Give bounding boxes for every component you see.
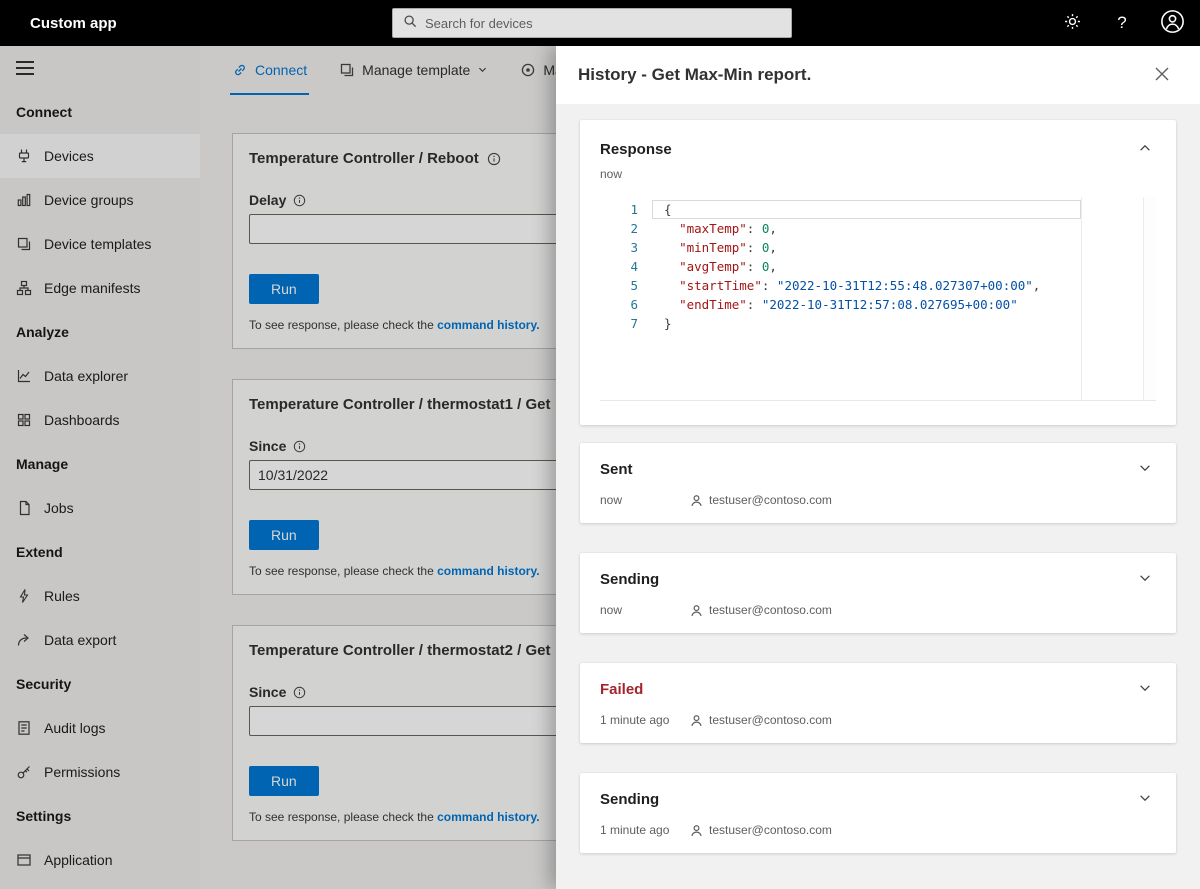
settings-button[interactable] bbox=[1054, 5, 1090, 41]
chevron-down-icon bbox=[1138, 791, 1152, 808]
gear-icon bbox=[1063, 12, 1082, 34]
response-card: Response now 1{2 "maxTemp": 0, 3 "minTemp… bbox=[580, 120, 1176, 425]
person-icon bbox=[690, 494, 703, 507]
top-bar: Custom app ? bbox=[0, 0, 1200, 46]
avatar-icon bbox=[1160, 9, 1185, 37]
expand-button[interactable] bbox=[1134, 458, 1156, 480]
search-box[interactable] bbox=[392, 8, 792, 38]
collapse-button[interactable] bbox=[1134, 138, 1156, 160]
search-icon bbox=[403, 14, 417, 33]
help-button[interactable]: ? bbox=[1104, 5, 1140, 41]
entry-title: Sent bbox=[600, 460, 633, 478]
history-entry: Failed 1 minute ago testuser@contoso.com bbox=[580, 663, 1176, 743]
entry-time: now bbox=[600, 493, 623, 507]
entry-user: testuser@contoso.com bbox=[709, 823, 832, 837]
entry-user: testuser@contoso.com bbox=[709, 493, 832, 507]
close-icon bbox=[1155, 67, 1169, 84]
code-lines: 1{2 "maxTemp": 0, 3 "minTemp": 0, 4 "avgTe… bbox=[600, 197, 1081, 400]
modal-overlay[interactable] bbox=[0, 46, 556, 889]
person-icon bbox=[690, 714, 703, 727]
chevron-down-icon bbox=[1138, 571, 1152, 588]
app-title: Custom app bbox=[30, 14, 117, 32]
minimap-content bbox=[1085, 203, 1140, 223]
entry-time: now bbox=[600, 603, 623, 617]
panel-title: History - Get Max-Min report. bbox=[578, 65, 812, 84]
code-editor[interactable]: 1{2 "maxTemp": 0, 3 "minTemp": 0, 4 "avgTe… bbox=[600, 197, 1156, 401]
entry-time: 1 minute ago bbox=[600, 823, 670, 837]
history-entry: Sent now testuser@contoso.com bbox=[580, 443, 1176, 523]
panel-body: Response now 1{2 "maxTemp": 0, 3 "minTemp… bbox=[556, 104, 1200, 889]
account-button[interactable] bbox=[1154, 5, 1190, 41]
entry-title: Failed bbox=[600, 680, 644, 698]
entry-user: testuser@contoso.com bbox=[709, 713, 832, 727]
response-title: Response bbox=[600, 140, 672, 158]
entry-user: testuser@contoso.com bbox=[709, 603, 832, 617]
search-input[interactable] bbox=[425, 15, 781, 31]
entry-title: Sending bbox=[600, 790, 660, 808]
expand-button[interactable] bbox=[1134, 568, 1156, 590]
response-time: now bbox=[600, 167, 623, 181]
history-entry: Sending 1 minute ago testuser@contoso.co… bbox=[580, 773, 1176, 853]
chevron-up-icon bbox=[1138, 141, 1152, 158]
entry-time: 1 minute ago bbox=[600, 713, 670, 727]
person-icon bbox=[690, 824, 703, 837]
history-panel: History - Get Max-Min report. Response n… bbox=[556, 46, 1200, 889]
expand-button[interactable] bbox=[1134, 678, 1156, 700]
expand-button[interactable] bbox=[1134, 788, 1156, 810]
chevron-down-icon bbox=[1138, 681, 1152, 698]
close-button[interactable] bbox=[1150, 63, 1174, 87]
help-icon: ? bbox=[1117, 13, 1127, 32]
chevron-down-icon bbox=[1138, 461, 1152, 478]
person-icon bbox=[690, 604, 703, 617]
panel-header: History - Get Max-Min report. bbox=[556, 46, 1200, 104]
editor-minimap[interactable] bbox=[1081, 197, 1143, 400]
entry-title: Sending bbox=[600, 570, 660, 588]
editor-scrollbar[interactable] bbox=[1143, 197, 1156, 400]
history-entry: Sending now testuser@contoso.com bbox=[580, 553, 1176, 633]
